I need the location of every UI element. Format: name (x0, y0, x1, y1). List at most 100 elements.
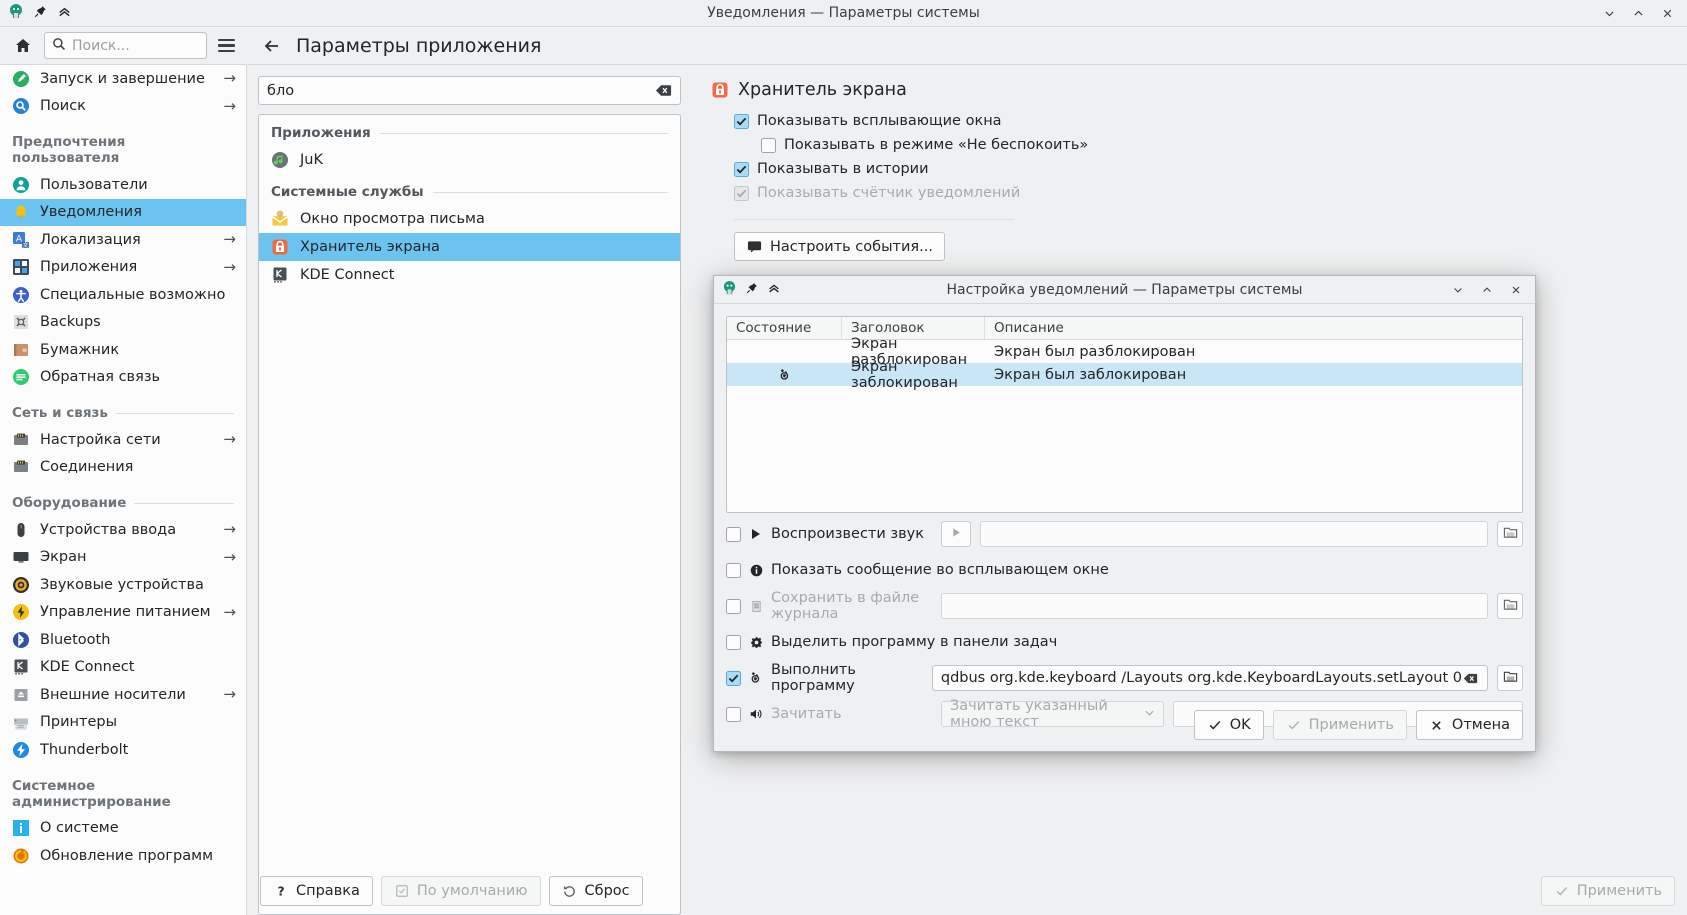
sidebar-item-wallet[interactable]: Бумажник (0, 336, 246, 364)
sidebar-item-removable-media[interactable]: Внешние носители → (0, 681, 246, 709)
close-icon[interactable] (1659, 5, 1675, 21)
action-label-text: Выделить программу в панели задач (771, 634, 1058, 650)
sidebar[interactable]: Запуск и завершение → Поиск → Предпочтен… (0, 65, 247, 915)
action-label-popup[interactable]: Показать сообщение во всплывающем окне (726, 562, 1109, 578)
svg-text:?: ? (277, 884, 284, 898)
clear-text-icon[interactable] (1462, 670, 1479, 687)
checkbox-taskbar-highlight[interactable] (726, 634, 741, 650)
dialog-cancel-button[interactable]: Отмена (1415, 710, 1523, 740)
browse-log-file-button[interactable] (1497, 593, 1523, 619)
checkbox-history[interactable] (734, 161, 749, 177)
application-list[interactable]: Приложения JuK Системные службы @ Окно п… (258, 114, 681, 915)
sidebar-item-input-devices[interactable]: Устройства ввода → (0, 516, 246, 544)
checkbox-row-dnd[interactable]: Показывать в режиме «Не беспокоить» (761, 133, 1667, 157)
checkbox-label: Показывать всплывающие окна (757, 113, 1002, 129)
maximize-icon[interactable] (1630, 5, 1646, 21)
sidebar-item-connections[interactable]: Соединения (0, 454, 246, 482)
kdeconnect-icon (12, 658, 30, 676)
checkbox-row-history[interactable]: Показывать в истории (734, 157, 1667, 181)
minimize-icon[interactable] (1450, 282, 1466, 298)
filter-input[interactable]: бло (258, 76, 681, 105)
play-button-icon (951, 526, 962, 542)
sidebar-item-software-update[interactable]: Обновление программ (0, 842, 246, 870)
list-item-label: Хранитель экрана (300, 239, 440, 255)
checkbox-log-file[interactable] (726, 598, 741, 614)
home-icon[interactable] (8, 32, 38, 60)
sidebar-item-applications[interactable]: Приложения → (0, 254, 246, 282)
hamburger-menu-icon[interactable] (213, 33, 239, 59)
help-button[interactable]: ? Справка (260, 876, 373, 906)
sidebar-item-power-management[interactable]: Управление питанием → (0, 599, 246, 627)
preview-sound-button[interactable] (941, 521, 971, 547)
action-label-taskbar-highlight[interactable]: Выделить программу в панели задач (726, 634, 1057, 650)
run-program-value: qdbus org.kde.keyboard /Layouts org.kde.… (940, 670, 1462, 686)
sidebar-item-audio[interactable]: Звуковые устройства (0, 571, 246, 599)
sidebar-item-accessibility[interactable]: Специальные возможности (0, 281, 246, 309)
pin-icon[interactable] (34, 5, 47, 22)
sidebar-item-printers[interactable]: Принтеры (0, 709, 246, 737)
browse-program-button[interactable] (1497, 665, 1523, 691)
list-item[interactable]: KDE Connect (259, 261, 680, 289)
action-label-speak[interactable]: Зачитать (726, 706, 932, 722)
action-label-log-file[interactable]: Сохранить в файле журнала (726, 590, 932, 622)
dialog-ok-label: OK (1229, 717, 1251, 733)
chevron-right-icon: → (223, 230, 236, 249)
list-item[interactable]: @ Окно просмотра письма (259, 205, 680, 233)
dialog-apply-label: Применить (1308, 717, 1394, 733)
checkbox-speak[interactable] (726, 706, 741, 722)
checkbox-row-popups[interactable]: Показывать всплывающие окна (734, 109, 1667, 133)
run-program-field[interactable]: qdbus org.kde.keyboard /Layouts org.kde.… (931, 665, 1488, 691)
list-item[interactable]: JuK (259, 146, 680, 174)
reset-button[interactable]: Сброс (548, 876, 643, 906)
sidebar-item-feedback[interactable]: Обратная связь (0, 364, 246, 392)
sidebar-item-about-system[interactable]: О системе (0, 815, 246, 843)
sidebar-item-display[interactable]: Экран → (0, 544, 246, 572)
chevron-up-icon[interactable] (57, 4, 72, 23)
column-header-description[interactable]: Описание (985, 317, 1522, 339)
checkbox-badge (734, 185, 749, 201)
checkbox-play-sound[interactable] (726, 526, 741, 542)
checkbox-dnd[interactable] (761, 137, 776, 153)
checkbox-run-program[interactable] (726, 670, 741, 686)
events-table[interactable]: Состояние Заголовок Описание Экран разбл… (726, 316, 1523, 513)
sidebar-item-search[interactable]: Поиск → (0, 93, 246, 121)
sidebar-item-backups[interactable]: Backups (0, 309, 246, 337)
gear-icon (748, 634, 764, 650)
configure-events-button[interactable]: Настроить события... (734, 232, 945, 261)
clear-text-icon[interactable] (655, 82, 672, 99)
speak-mode-combobox[interactable]: Зачитать указанный мною текст (941, 698, 1164, 730)
sidebar-item-network-settings[interactable]: Настройка сети → (0, 426, 246, 454)
checkbox-popups[interactable] (734, 113, 749, 129)
browse-sound-button[interactable] (1497, 521, 1523, 547)
close-icon[interactable] (1508, 282, 1524, 298)
dialog-ok-button[interactable]: OK (1193, 710, 1264, 740)
action-label-run-program[interactable]: Выполнить программу (726, 662, 923, 694)
sidebar-item-users[interactable]: Пользователи (0, 171, 246, 199)
checkbox-popup[interactable] (726, 562, 741, 578)
sidebar-item-localization[interactable]: A文 Локализация → (0, 226, 246, 254)
search-input[interactable]: Поиск... (44, 32, 207, 59)
sidebar-item-bluetooth[interactable]: Bluetooth (0, 626, 246, 654)
list-item-screen-locker[interactable]: Хранитель экрана (259, 233, 680, 261)
locale-icon: A文 (12, 231, 30, 249)
detail-title: Хранитель экрана (711, 80, 1667, 100)
minimize-icon[interactable] (1601, 5, 1617, 21)
configure-events-label: Настроить события... (770, 238, 933, 255)
action-label-play-sound[interactable]: Воспроизвести звук (726, 526, 932, 542)
column-header-state[interactable]: Состояние (727, 317, 842, 339)
back-arrow-icon[interactable] (262, 36, 282, 56)
folder-icon (1503, 669, 1518, 688)
chevron-up-icon[interactable] (767, 281, 781, 299)
sound-file-field[interactable] (980, 521, 1488, 547)
table-row[interactable]: Экран разблокирован Экран был разблокиро… (727, 336, 1522, 368)
sidebar-item-label: Специальные возможности (40, 286, 226, 303)
sidebar-item-label: Уведомления (40, 204, 142, 221)
pin-icon[interactable] (746, 282, 758, 298)
maximize-icon[interactable] (1479, 282, 1495, 298)
sidebar-item-kde-connect[interactable]: KDE Connect (0, 654, 246, 682)
log-file-field[interactable] (941, 593, 1488, 619)
sidebar-item-notifications[interactable]: Уведомления (0, 198, 246, 226)
table-row-selected[interactable]: Экран заблокирован Экран был заблокирова… (727, 359, 1522, 391)
sidebar-item-startup[interactable]: Запуск и завершение → (0, 65, 246, 93)
sidebar-item-thunderbolt[interactable]: Thunderbolt (0, 736, 246, 764)
